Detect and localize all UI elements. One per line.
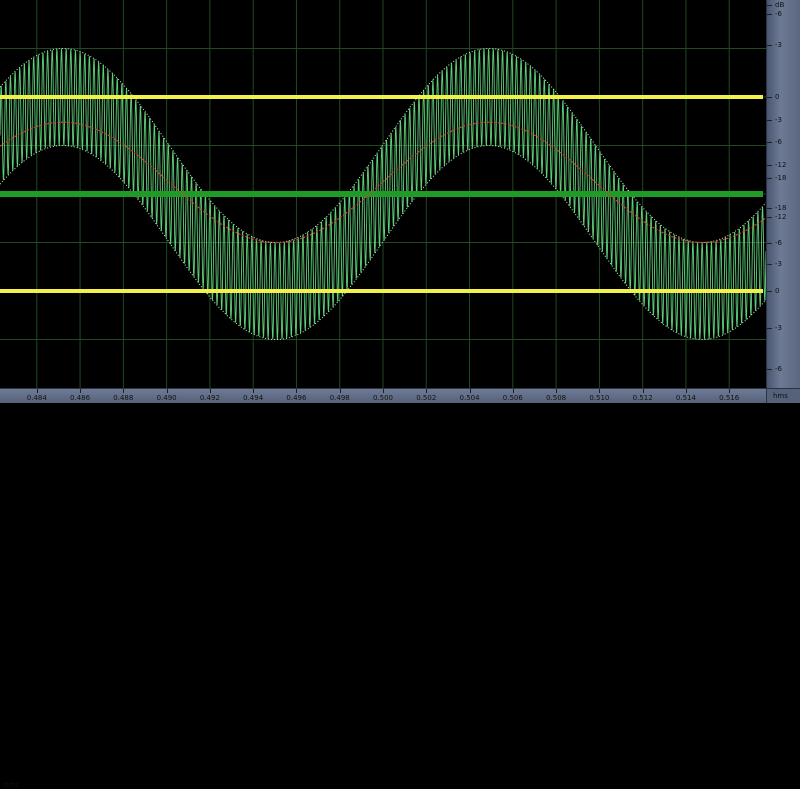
- db-tick-label: -3: [775, 116, 782, 125]
- ruler-corner: hms: [766, 388, 800, 403]
- db-tick-mark: [767, 217, 772, 219]
- db-tick-mark: [767, 242, 772, 244]
- time-tick-label: 0.494: [243, 394, 264, 402]
- db-tick-label: -6: [775, 137, 782, 146]
- time-tick-label: 0.504: [459, 394, 480, 402]
- db-tick-mark: [767, 263, 772, 265]
- db-tick-mark: [767, 164, 772, 166]
- time-tick-label: 0.500: [372, 394, 394, 402]
- db-tick-mark: [767, 327, 772, 329]
- waveform-view: dB -6 -3 0 -3 -6 -12 -18 -18 -12 -6 -3 0 -3 -6 hms 0.4…: [0, 0, 800, 789]
- db-tick-mark: [767, 13, 772, 15]
- time-tick-label: 0.488: [113, 394, 134, 402]
- db-tick-mark: [767, 368, 772, 370]
- time-tick-label: 0.516: [719, 394, 740, 402]
- db-ruler[interactable]: dB -6 -3 0 -3 -6 -12 -18 -18 -12 -6 -3 0 -3 -6: [766, 0, 800, 388]
- db-tick-mark: [767, 207, 772, 209]
- db-tick-mark: [767, 141, 772, 143]
- db-tick-label: -6: [775, 364, 782, 373]
- db-tick-mark: [767, 5, 772, 6]
- time-tick-label: 0.502: [416, 394, 437, 402]
- level-markers[interactable]: [0, 95, 763, 293]
- db-tick-mark: [767, 44, 772, 46]
- db-tick-mark: [767, 291, 772, 292]
- db-tick-label: -3: [775, 259, 782, 268]
- time-tick-label: 0.498: [329, 394, 350, 402]
- db-tick-label: -12: [775, 160, 787, 169]
- db-tick-label: -18: [775, 174, 787, 183]
- db-tick-mark: [767, 97, 772, 98]
- time-ruler[interactable]: hms 0.484 0.486 0.488 0.490 0.492 0.494 0.496 0…: [0, 388, 766, 789]
- db-tick-mark: [767, 120, 772, 122]
- db-tick-label: -3: [775, 323, 782, 332]
- time-tick-label: 0.514: [675, 394, 696, 402]
- waveform-canvas[interactable]: [0, 0, 766, 388]
- waveform-plot-area[interactable]: [0, 0, 766, 388]
- db-tick-label: -6: [775, 238, 782, 247]
- time-tick-label: 0.490: [156, 394, 177, 402]
- db-tick-mark: [767, 178, 772, 180]
- time-tick-label: 0.492: [199, 394, 220, 402]
- time-unit-label-left: hms: [4, 781, 19, 789]
- time-tick-label: 0.496: [286, 394, 307, 402]
- db-tick-label: -6: [775, 9, 782, 18]
- db-tick-label: -3: [775, 40, 782, 49]
- time-tick-label: 0.512: [632, 394, 653, 402]
- time-tick-label: 0.484: [26, 394, 47, 402]
- time-tick-label: 0.506: [502, 394, 523, 402]
- time-tick-label: 0.510: [589, 394, 610, 402]
- time-tick-label: 0.508: [546, 394, 567, 402]
- db-tick-label: -12: [775, 213, 787, 222]
- db-tick-label: 0: [775, 287, 780, 295]
- db-tick-label: 0: [775, 93, 780, 101]
- time-unit-label-right: hms: [773, 392, 788, 400]
- db-tick-label: -18: [775, 203, 787, 212]
- time-tick-label: 0.486: [70, 394, 91, 402]
